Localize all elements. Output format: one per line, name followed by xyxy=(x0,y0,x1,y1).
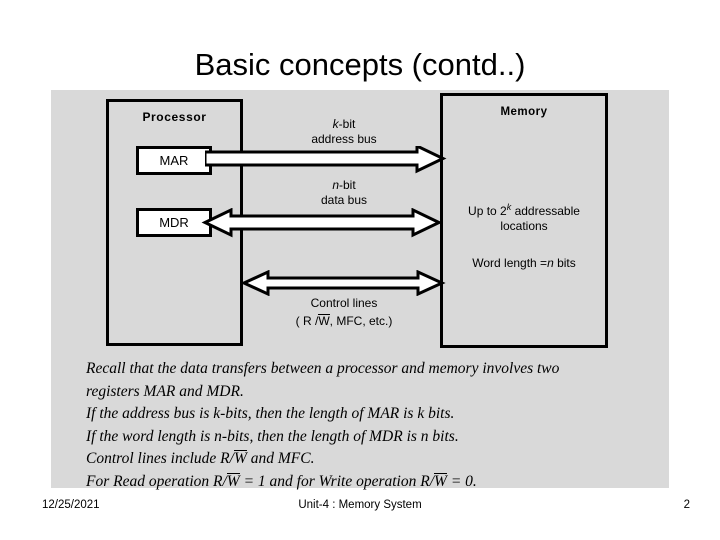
footer-page-number: 2 xyxy=(683,499,690,511)
body-line-1: Recall that the data transfers between a… xyxy=(86,360,560,377)
address-bus-arrow xyxy=(205,146,447,174)
explanatory-text: Recall that the data transfers between a… xyxy=(86,358,656,493)
data-bus-name: data bus xyxy=(320,193,368,207)
address-bus-name: address bus xyxy=(311,132,377,146)
body-line-5: Control lines include R/W and MFC. xyxy=(86,448,656,471)
body-line-6: For Read operation R/W = 1 and for Write… xyxy=(86,471,656,494)
control-lines-label: Control lines ( R /W, MFC, etc.) xyxy=(255,294,433,330)
mar-register-box: MAR xyxy=(136,146,212,175)
body-line-6-wbar-1: W xyxy=(226,472,240,490)
memory-word-prefix: Word length = xyxy=(472,256,548,270)
body-line-5-prefix: Control lines include R/ xyxy=(86,450,234,467)
address-bus-unit: -bit xyxy=(338,117,356,131)
data-bus-var: n xyxy=(332,178,339,192)
body-line-3: If the address bus is k-bits, then the l… xyxy=(86,405,455,422)
control-lines-wbar: W xyxy=(318,314,330,328)
page-title: Basic concepts (contd..) xyxy=(194,47,526,82)
data-bus-arrow xyxy=(201,208,443,238)
body-line-6-mid: = 1 and for Write operation R/ xyxy=(239,472,435,490)
memory-word-suffix: bits xyxy=(553,256,576,270)
address-bus-label: k-bit address bus xyxy=(280,117,408,147)
memory-capacity-line2: locations xyxy=(500,219,548,233)
body-line-2: registers MAR and MDR. xyxy=(86,382,244,400)
memory-capacity-prefix: Up to 2 xyxy=(468,204,507,218)
control-lines-arrow xyxy=(240,270,446,296)
control-lines-title: Control lines xyxy=(310,296,378,310)
memory-capacity-text: Up to 2k addressable locations xyxy=(443,200,605,234)
body-line-6-prefix: For Read operation R/ xyxy=(86,472,227,490)
control-lines-open: ( R / xyxy=(295,314,319,328)
body-line-6-wbar-2: W xyxy=(434,472,447,490)
memory-label: Memory xyxy=(500,106,548,118)
data-bus-label: n-bit data bus xyxy=(280,178,408,208)
memory-word-var: n xyxy=(547,256,554,270)
data-bus-unit: -bit xyxy=(339,178,356,192)
processor-label: Processor xyxy=(142,110,207,124)
body-line-6-suffix: = 0. xyxy=(446,472,477,490)
memory-wordlength-text: Word length =n bits xyxy=(443,256,605,270)
memory-capacity-suffix: addressable xyxy=(511,204,580,218)
body-line-5-wbar: W xyxy=(233,450,247,467)
slide-canvas: Basic concepts (contd..) Processor MAR M… xyxy=(0,0,720,540)
control-lines-rest: , MFC, etc.) xyxy=(329,314,393,328)
body-line-5-suffix: and MFC. xyxy=(246,450,315,467)
body-line-4: If the word length is n-bits, then the l… xyxy=(86,427,459,445)
